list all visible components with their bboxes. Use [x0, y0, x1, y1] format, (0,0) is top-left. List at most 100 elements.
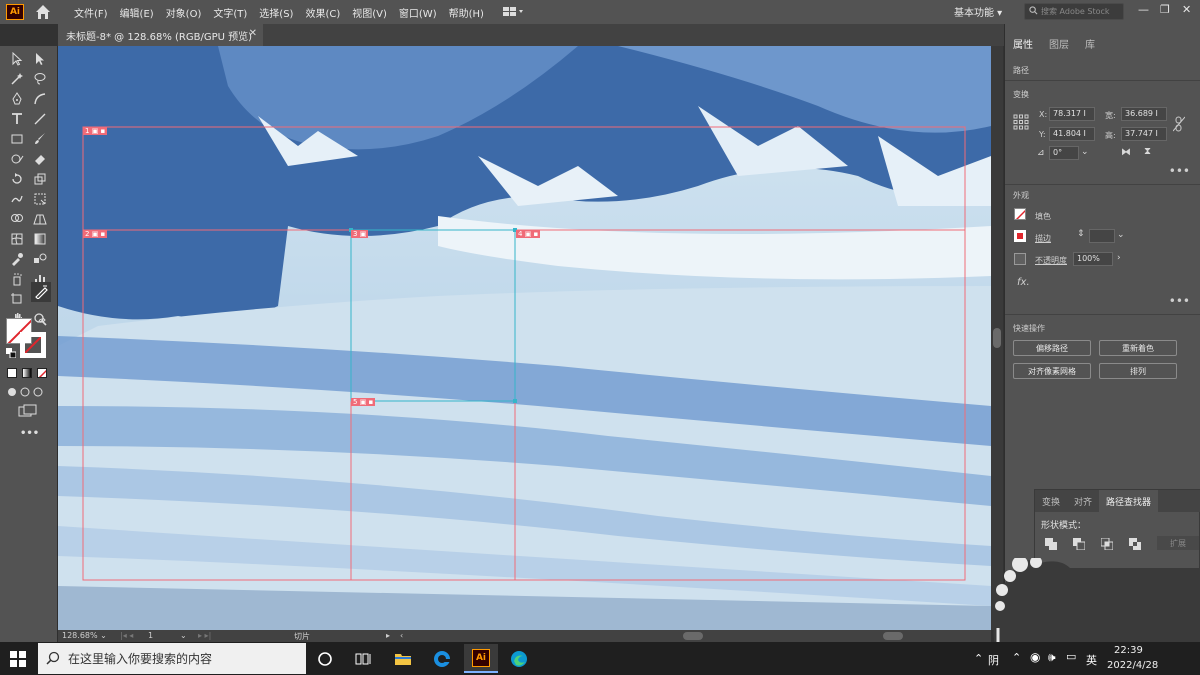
menu-window[interactable]: 窗口(W) — [399, 5, 437, 20]
artboard-number[interactable]: 1 — [148, 631, 153, 640]
recolor-button[interactable]: 重新着色 — [1099, 340, 1177, 356]
blend-tool-icon[interactable] — [31, 250, 49, 268]
document-tab[interactable]: 未标题-8* @ 128.68% (RGB/GPU 预览) ✕ — [58, 24, 263, 46]
tab-pathfinder[interactable]: 路径查找器 — [1099, 490, 1159, 512]
stock-search-input[interactable]: 搜索 Adobe Stock — [1024, 3, 1124, 20]
menu-help[interactable]: 帮助(H) — [449, 5, 484, 20]
task-view-icon[interactable] — [350, 646, 376, 672]
rectangle-tool-icon[interactable] — [8, 130, 26, 148]
opacity-input[interactable]: 100% — [1073, 252, 1113, 266]
illustrator-taskbar-icon[interactable]: Ai — [464, 644, 498, 673]
first-page-icon[interactable]: |◂ ◂ — [120, 631, 133, 640]
restore-button[interactable]: ❐ — [1160, 3, 1170, 16]
height-input[interactable]: 37.747 I — [1121, 127, 1167, 141]
vertical-scrollbar[interactable] — [991, 46, 1003, 630]
stroke-weight-stepper-icon[interactable]: ⇕ — [1077, 229, 1085, 239]
minimize-button[interactable]: — — [1138, 3, 1149, 16]
ime-indicator[interactable]: 英 — [1086, 652, 1097, 668]
more-tools-icon[interactable]: ••• — [20, 428, 39, 439]
menu-type[interactable]: 文字(T) — [213, 5, 247, 20]
tab-properties[interactable]: 属性 — [1005, 36, 1041, 52]
status-menu-icon[interactable]: ▸ — [386, 631, 390, 640]
edge-legacy-icon[interactable] — [429, 646, 455, 672]
scale-tool-icon[interactable] — [31, 170, 49, 188]
show-hidden-icons[interactable]: ⌃ — [1012, 651, 1021, 664]
y-input[interactable]: 41.804 I — [1049, 127, 1095, 141]
warp-tool-icon[interactable] — [8, 190, 26, 208]
home-icon[interactable] — [34, 3, 52, 21]
pen-tool-icon[interactable] — [8, 90, 26, 108]
exclude-icon[interactable] — [1129, 538, 1141, 550]
stroke-label[interactable]: 描边 — [1035, 233, 1051, 244]
appearance-more-icon[interactable]: ••• — [1169, 294, 1190, 308]
gradient-tool-icon[interactable] — [31, 230, 49, 248]
color-mode-icon[interactable] — [7, 368, 17, 378]
taskbar-search-input[interactable]: 在这里输入你要搜索的内容 — [38, 643, 306, 674]
menu-effect[interactable]: 效果(C) — [305, 5, 340, 20]
slice-tool-icon[interactable] — [31, 282, 51, 302]
rotate-tool-icon[interactable] — [8, 170, 26, 188]
symbol-sprayer-tool-icon[interactable] — [8, 270, 26, 288]
artboard-dropdown-icon[interactable]: ⌄ — [180, 631, 187, 640]
artboard-canvas[interactable]: 1 ▣ ▪ 2 ▣ ▪ 3 ▣ 4 ▣ ▪ 5 ▣ ▪ — [58, 46, 991, 630]
vertical-scroll-thumb[interactable] — [993, 328, 1001, 348]
paintbrush-tool-icon[interactable] — [31, 130, 49, 148]
curvature-tool-icon[interactable] — [31, 90, 49, 108]
reference-point-icon[interactable] — [1013, 114, 1029, 130]
effects-fx-button[interactable]: fx. — [1017, 277, 1030, 288]
minus-front-icon[interactable] — [1073, 538, 1086, 551]
free-transform-tool-icon[interactable] — [31, 190, 49, 208]
tray-chevron-icon[interactable]: ⌃ — [974, 652, 983, 665]
arrange-button[interactable]: 排列 — [1099, 363, 1177, 379]
edge-icon[interactable] — [506, 646, 532, 672]
last-page-icon[interactable]: ▸ ▸| — [198, 631, 211, 640]
width-input[interactable]: 36.689 I — [1121, 107, 1167, 121]
zoom-level[interactable]: 128.68% ⌄ — [62, 631, 107, 640]
magic-wand-tool-icon[interactable] — [8, 70, 26, 88]
shaper-tool-icon[interactable] — [8, 150, 26, 168]
shape-builder-tool-icon[interactable] — [8, 210, 26, 228]
network-icon[interactable]: ◉ — [1030, 650, 1040, 664]
menu-file[interactable]: 文件(F) — [74, 5, 108, 20]
tab-layers[interactable]: 图层 — [1041, 36, 1077, 52]
direct-selection-tool-icon[interactable] — [31, 50, 49, 68]
cortana-icon[interactable] — [312, 646, 338, 672]
tab-align[interactable]: 对齐 — [1067, 495, 1099, 508]
rotate-angle-input[interactable]: 0° — [1049, 146, 1079, 160]
line-tool-icon[interactable] — [31, 110, 49, 128]
arrange-documents-icon[interactable] — [502, 5, 526, 19]
perspective-grid-tool-icon[interactable] — [31, 210, 49, 228]
battery-icon[interactable]: ▭ — [1066, 650, 1076, 663]
artboard-tool-icon[interactable] — [8, 290, 26, 308]
draw-mode-icon[interactable] — [6, 386, 48, 398]
offset-path-button[interactable]: 偏移路径 — [1013, 340, 1091, 356]
opacity-label[interactable]: 不透明度 — [1035, 255, 1067, 266]
expand-button[interactable]: 扩展 — [1157, 536, 1199, 550]
windows-start-icon[interactable] — [10, 651, 26, 667]
align-pixel-grid-button[interactable]: 对齐像素网格 — [1013, 363, 1091, 379]
type-tool-icon[interactable] — [8, 110, 26, 128]
transform-more-icon[interactable]: ••• — [1169, 164, 1190, 178]
angle-dropdown-icon[interactable]: ⌄ — [1081, 147, 1089, 157]
menu-select[interactable]: 选择(S) — [259, 5, 293, 20]
menu-view[interactable]: 视图(V) — [352, 5, 387, 20]
unite-icon[interactable] — [1045, 538, 1057, 550]
menu-object[interactable]: 对象(O) — [166, 5, 202, 20]
lasso-tool-icon[interactable] — [31, 70, 49, 88]
horizontal-scroll-thumb-right[interactable] — [883, 632, 903, 640]
x-input[interactable]: 78.317 I — [1049, 107, 1095, 121]
tab-libraries[interactable]: 库 — [1077, 36, 1103, 52]
weather-text[interactable]: 阴 — [988, 652, 999, 668]
eraser-tool-icon[interactable] — [31, 150, 49, 168]
workspace-switcher[interactable]: 基本功能 ▾ — [954, 4, 1002, 19]
eyedropper-tool-icon[interactable] — [8, 250, 26, 268]
stroke-weight-dropdown-icon[interactable]: ⌄ — [1117, 230, 1125, 240]
flip-vertical-icon[interactable]: ⧗ — [1144, 146, 1151, 157]
close-tab-icon[interactable]: ✕ — [249, 28, 257, 39]
horizontal-scroll-thumb[interactable] — [683, 632, 703, 640]
flip-horizontal-icon[interactable]: ⧓ — [1121, 147, 1131, 158]
menu-edit[interactable]: 编辑(E) — [120, 5, 154, 20]
clock-time[interactable]: 22:39 — [1114, 645, 1143, 656]
close-window-button[interactable]: ✕ — [1182, 3, 1191, 16]
default-colors-icon[interactable] — [6, 348, 17, 359]
